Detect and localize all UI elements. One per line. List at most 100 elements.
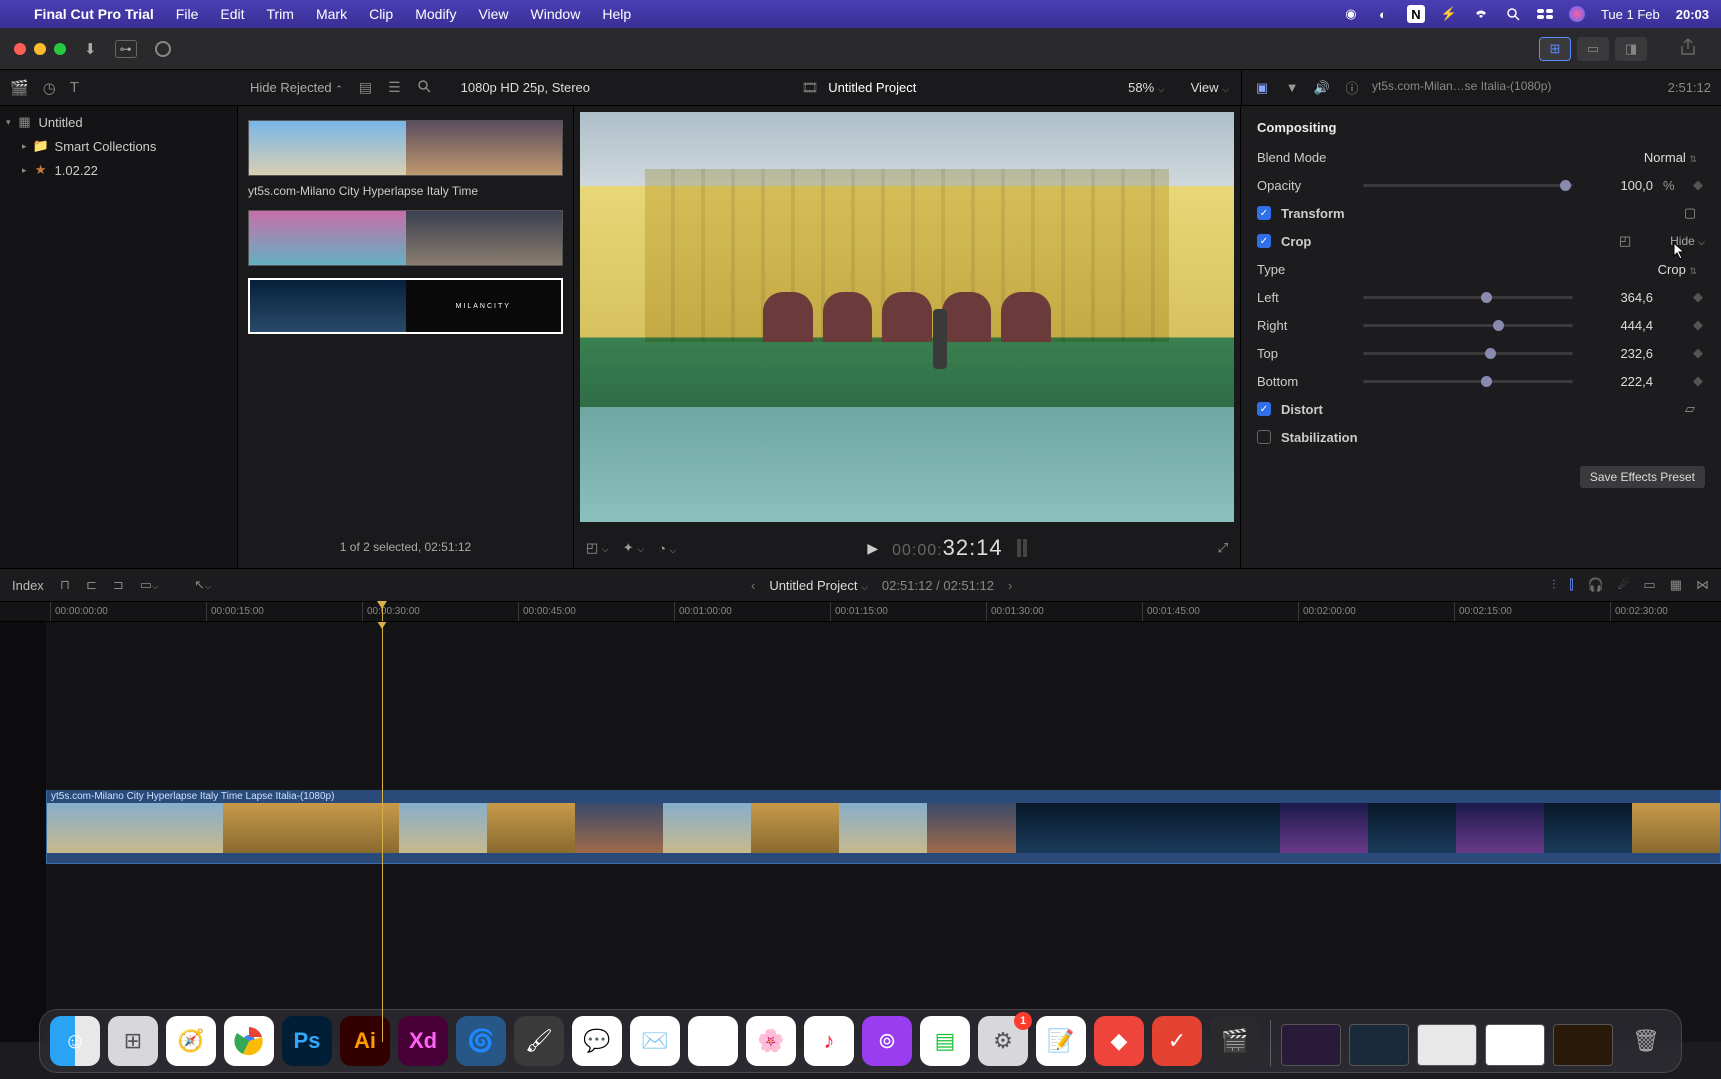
dock-min-window[interactable] — [1281, 1024, 1341, 1066]
layout-timeline-button[interactable]: ▭ — [1577, 37, 1609, 61]
crop-onscreen-icon[interactable]: ◰ — [1610, 233, 1640, 249]
dock-chrome[interactable] — [224, 1016, 274, 1066]
app-name[interactable]: Final Cut Pro Trial — [34, 6, 154, 22]
dock-trash[interactable]: 🗑 — [1621, 1016, 1671, 1066]
search-icon[interactable] — [417, 79, 431, 96]
close-window-button[interactable] — [14, 43, 26, 55]
status-orb-icon[interactable]: ◐ — [1375, 6, 1391, 22]
reset-icon[interactable]: ◆ — [1691, 345, 1705, 361]
dock-maps[interactable]: 🗺 — [688, 1016, 738, 1066]
dock-min-window[interactable] — [1349, 1024, 1409, 1066]
dock-messenger[interactable]: 💬 — [572, 1016, 622, 1066]
crop-right-slider[interactable] — [1363, 324, 1573, 327]
dock-music[interactable]: ♪ — [804, 1016, 854, 1066]
battery-icon[interactable]: ⚡ — [1441, 6, 1457, 22]
crop-top-value[interactable]: 232,6 — [1583, 346, 1653, 361]
menu-trim[interactable]: Trim — [266, 6, 293, 22]
sidebar-library-root[interactable]: ▾▦ Untitled — [0, 110, 237, 134]
layout-inspector-button[interactable]: ◨ — [1615, 37, 1647, 61]
viewer-timecode[interactable]: 00:00:32:14 — [892, 535, 1003, 561]
photos-tab-icon[interactable]: ◷ — [43, 79, 56, 97]
dock-finalcut[interactable]: 🎬 — [1210, 1016, 1260, 1066]
transform-checkbox[interactable]: ✓ — [1257, 206, 1271, 220]
skimming-icon[interactable]: ⫶ — [1552, 577, 1555, 593]
background-tasks-button[interactable] — [155, 41, 171, 57]
crop-top-slider[interactable] — [1363, 352, 1573, 355]
snapping-icon[interactable]: ☄ — [1618, 577, 1630, 593]
browser-clip-thumb[interactable] — [248, 210, 563, 266]
arrow-tool-icon[interactable]: ↖⌵ — [194, 577, 211, 593]
screenrecord-icon[interactable]: ◉ — [1343, 6, 1359, 22]
info-inspector-tab[interactable]: ⓘ — [1342, 78, 1362, 97]
timeline-project-menu[interactable]: Untitled Project ⌵ — [769, 578, 868, 593]
color-inspector-tab[interactable]: ▼ — [1282, 80, 1302, 95]
dock-numbers[interactable]: ▤ — [920, 1016, 970, 1066]
menu-file[interactable]: File — [176, 6, 199, 22]
import-button[interactable]: ⬇ — [84, 40, 97, 58]
reset-icon[interactable]: ◆ — [1691, 317, 1705, 333]
titles-tab-icon[interactable]: T — [70, 79, 79, 96]
timeline-prev-edit-icon[interactable]: ‹ — [751, 578, 755, 593]
blend-mode-dropdown[interactable]: Normal ⇅ — [1644, 150, 1697, 165]
retime-tool-menu[interactable]: ◔ ⌵ — [658, 541, 676, 556]
crop-left-value[interactable]: 364,6 — [1583, 290, 1653, 305]
layout-browser-button[interactable]: ⊞ — [1539, 37, 1571, 61]
distort-onscreen-icon[interactable]: ▱ — [1675, 401, 1705, 417]
stabilization-checkbox[interactable] — [1257, 430, 1271, 444]
timeline-index-button[interactable]: Index — [12, 578, 44, 593]
fullscreen-window-button[interactable] — [54, 43, 66, 55]
dock-finder[interactable]: ☺ — [50, 1016, 100, 1066]
siri-icon[interactable] — [1569, 6, 1585, 22]
video-inspector-tab[interactable]: ▣ — [1252, 80, 1272, 96]
timeline-next-edit-icon[interactable]: › — [1008, 578, 1012, 593]
opacity-reset-icon[interactable]: ◆ — [1691, 177, 1705, 193]
transform-onscreen-icon[interactable]: ▢ — [1675, 205, 1705, 221]
transform-tool-menu[interactable]: ◰ ⌵ — [586, 540, 609, 556]
clip-appearance-icon[interactable]: ▭ — [1643, 577, 1655, 593]
append-clip-icon[interactable]: ⊐ — [113, 577, 124, 593]
save-effects-preset-button[interactable]: Save Effects Preset — [1580, 466, 1705, 488]
connect-clip-icon[interactable]: ⊓ — [60, 577, 70, 593]
audio-inspector-tab[interactable]: 🔊 — [1312, 80, 1332, 96]
dock-safari[interactable]: 🧭 — [166, 1016, 216, 1066]
menu-help[interactable]: Help — [602, 6, 631, 22]
reset-icon[interactable]: ◆ — [1691, 373, 1705, 389]
clip-appearance-icon[interactable]: ▤ — [359, 79, 372, 96]
opacity-value[interactable]: 100,0 — [1583, 178, 1653, 193]
viewer-view-menu[interactable]: View ⌵ — [1191, 80, 1229, 95]
filter-menu[interactable]: Hide Rejected ⌃ — [250, 80, 343, 95]
menu-mark[interactable]: Mark — [316, 6, 347, 22]
playhead[interactable] — [382, 602, 383, 621]
browser-clip-thumb-selected[interactable]: MILANCITY — [248, 278, 563, 334]
crop-right-value[interactable]: 444,4 — [1583, 318, 1653, 333]
menubar-date[interactable]: Tue 1 Feb — [1601, 7, 1660, 22]
dock-xd[interactable]: Xd — [398, 1016, 448, 1066]
dock-krita[interactable]: 🖌 — [514, 1016, 564, 1066]
menu-edit[interactable]: Edit — [220, 6, 244, 22]
list-view-icon[interactable]: ☰ — [388, 79, 401, 96]
enhance-tool-menu[interactable]: ✦ ⌵ — [623, 540, 644, 556]
timeline-body[interactable]: yt5s.com-Milano City Hyperlapse Italy Ti… — [0, 622, 1721, 1042]
spotlight-icon[interactable] — [1505, 6, 1521, 22]
sidebar-event[interactable]: ▸★ 1.02.22 — [0, 158, 237, 182]
reset-icon[interactable]: ◆ — [1691, 289, 1705, 305]
notion-icon[interactable]: N — [1407, 5, 1425, 23]
crop-checkbox[interactable]: ✓ — [1257, 234, 1271, 248]
insert-clip-icon[interactable]: ⊏ — [86, 577, 97, 593]
menu-modify[interactable]: Modify — [415, 6, 456, 22]
timeline-ruler[interactable]: 00:00:00:00 00:00:15:00 00:00:30:00 00:0… — [0, 602, 1721, 622]
dock-photoshop[interactable]: Ps — [282, 1016, 332, 1066]
dock-min-window[interactable] — [1485, 1024, 1545, 1066]
crop-hide-toggle[interactable]: Hide ⌵ — [1670, 234, 1705, 248]
wifi-icon[interactable] — [1473, 6, 1489, 22]
viewer-canvas[interactable] — [580, 112, 1234, 522]
sidebar-smart-collections[interactable]: ▸📁 Smart Collections — [0, 134, 237, 158]
dock-launchpad[interactable]: ⊞ — [108, 1016, 158, 1066]
dock-mail[interactable]: ✉️ — [630, 1016, 680, 1066]
overwrite-clip-icon[interactable]: ▭⌵ — [140, 577, 158, 593]
play-button[interactable]: ▶ — [867, 540, 878, 557]
library-tab-icon[interactable]: 🎬 — [10, 79, 29, 97]
dock-blender[interactable]: 🌀 — [456, 1016, 506, 1066]
dock-todoist[interactable]: ✓ — [1152, 1016, 1202, 1066]
dock-min-window[interactable] — [1553, 1024, 1613, 1066]
